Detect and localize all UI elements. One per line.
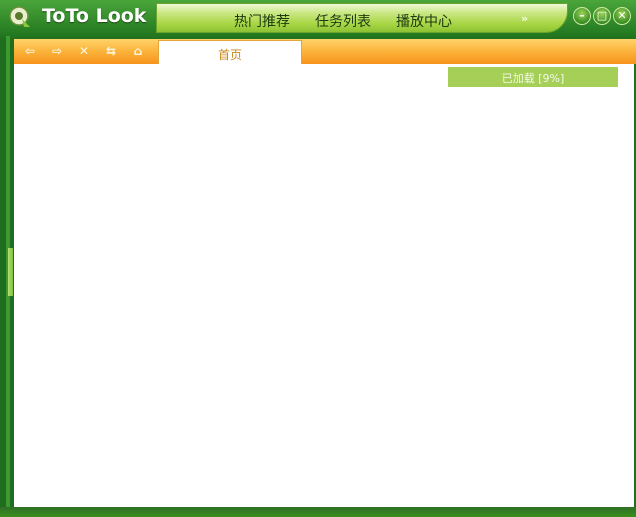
app-window: ToTo Look 热门推荐 任务列表 播放中心 » – □ ✕ ⇦ ⇨ ✕ ⇆… <box>0 0 636 517</box>
logo-icon <box>9 6 30 27</box>
app-title: ToTo Look <box>42 5 147 27</box>
sidebar-toggle-handle[interactable] <box>8 248 13 296</box>
nav-item-player[interactable]: 播放中心 <box>396 11 452 31</box>
tab-home[interactable]: 首页 <box>158 40 302 65</box>
browser-toolbar: ⇦ ⇨ ✕ ⇆ ⌂ <box>14 39 636 64</box>
maximize-button[interactable]: □ <box>593 7 611 25</box>
minimize-button[interactable]: – <box>573 7 591 25</box>
nav-more-button[interactable]: » <box>521 12 528 25</box>
bottom-border <box>0 507 636 517</box>
stop-icon[interactable]: ✕ <box>77 44 91 58</box>
back-icon[interactable]: ⇦ <box>23 44 37 58</box>
title-bar[interactable]: ToTo Look 热门推荐 任务列表 播放中心 » – □ ✕ <box>0 0 636 36</box>
nav-item-hot[interactable]: 热门推荐 <box>234 11 290 31</box>
loading-progress: 已加载 [9%] <box>448 67 618 87</box>
tab-home-label: 首页 <box>217 48 242 62</box>
close-button[interactable]: ✕ <box>613 7 631 25</box>
nav-item-tasks[interactable]: 任务列表 <box>315 11 371 31</box>
loading-progress-label: 已加载 [9%] <box>501 72 565 85</box>
forward-icon[interactable]: ⇨ <box>50 44 64 58</box>
content-area <box>14 64 634 507</box>
refresh-icon[interactable]: ⇆ <box>104 44 118 58</box>
home-icon[interactable]: ⌂ <box>131 44 145 58</box>
main-nav: 热门推荐 任务列表 播放中心 » <box>156 3 568 33</box>
